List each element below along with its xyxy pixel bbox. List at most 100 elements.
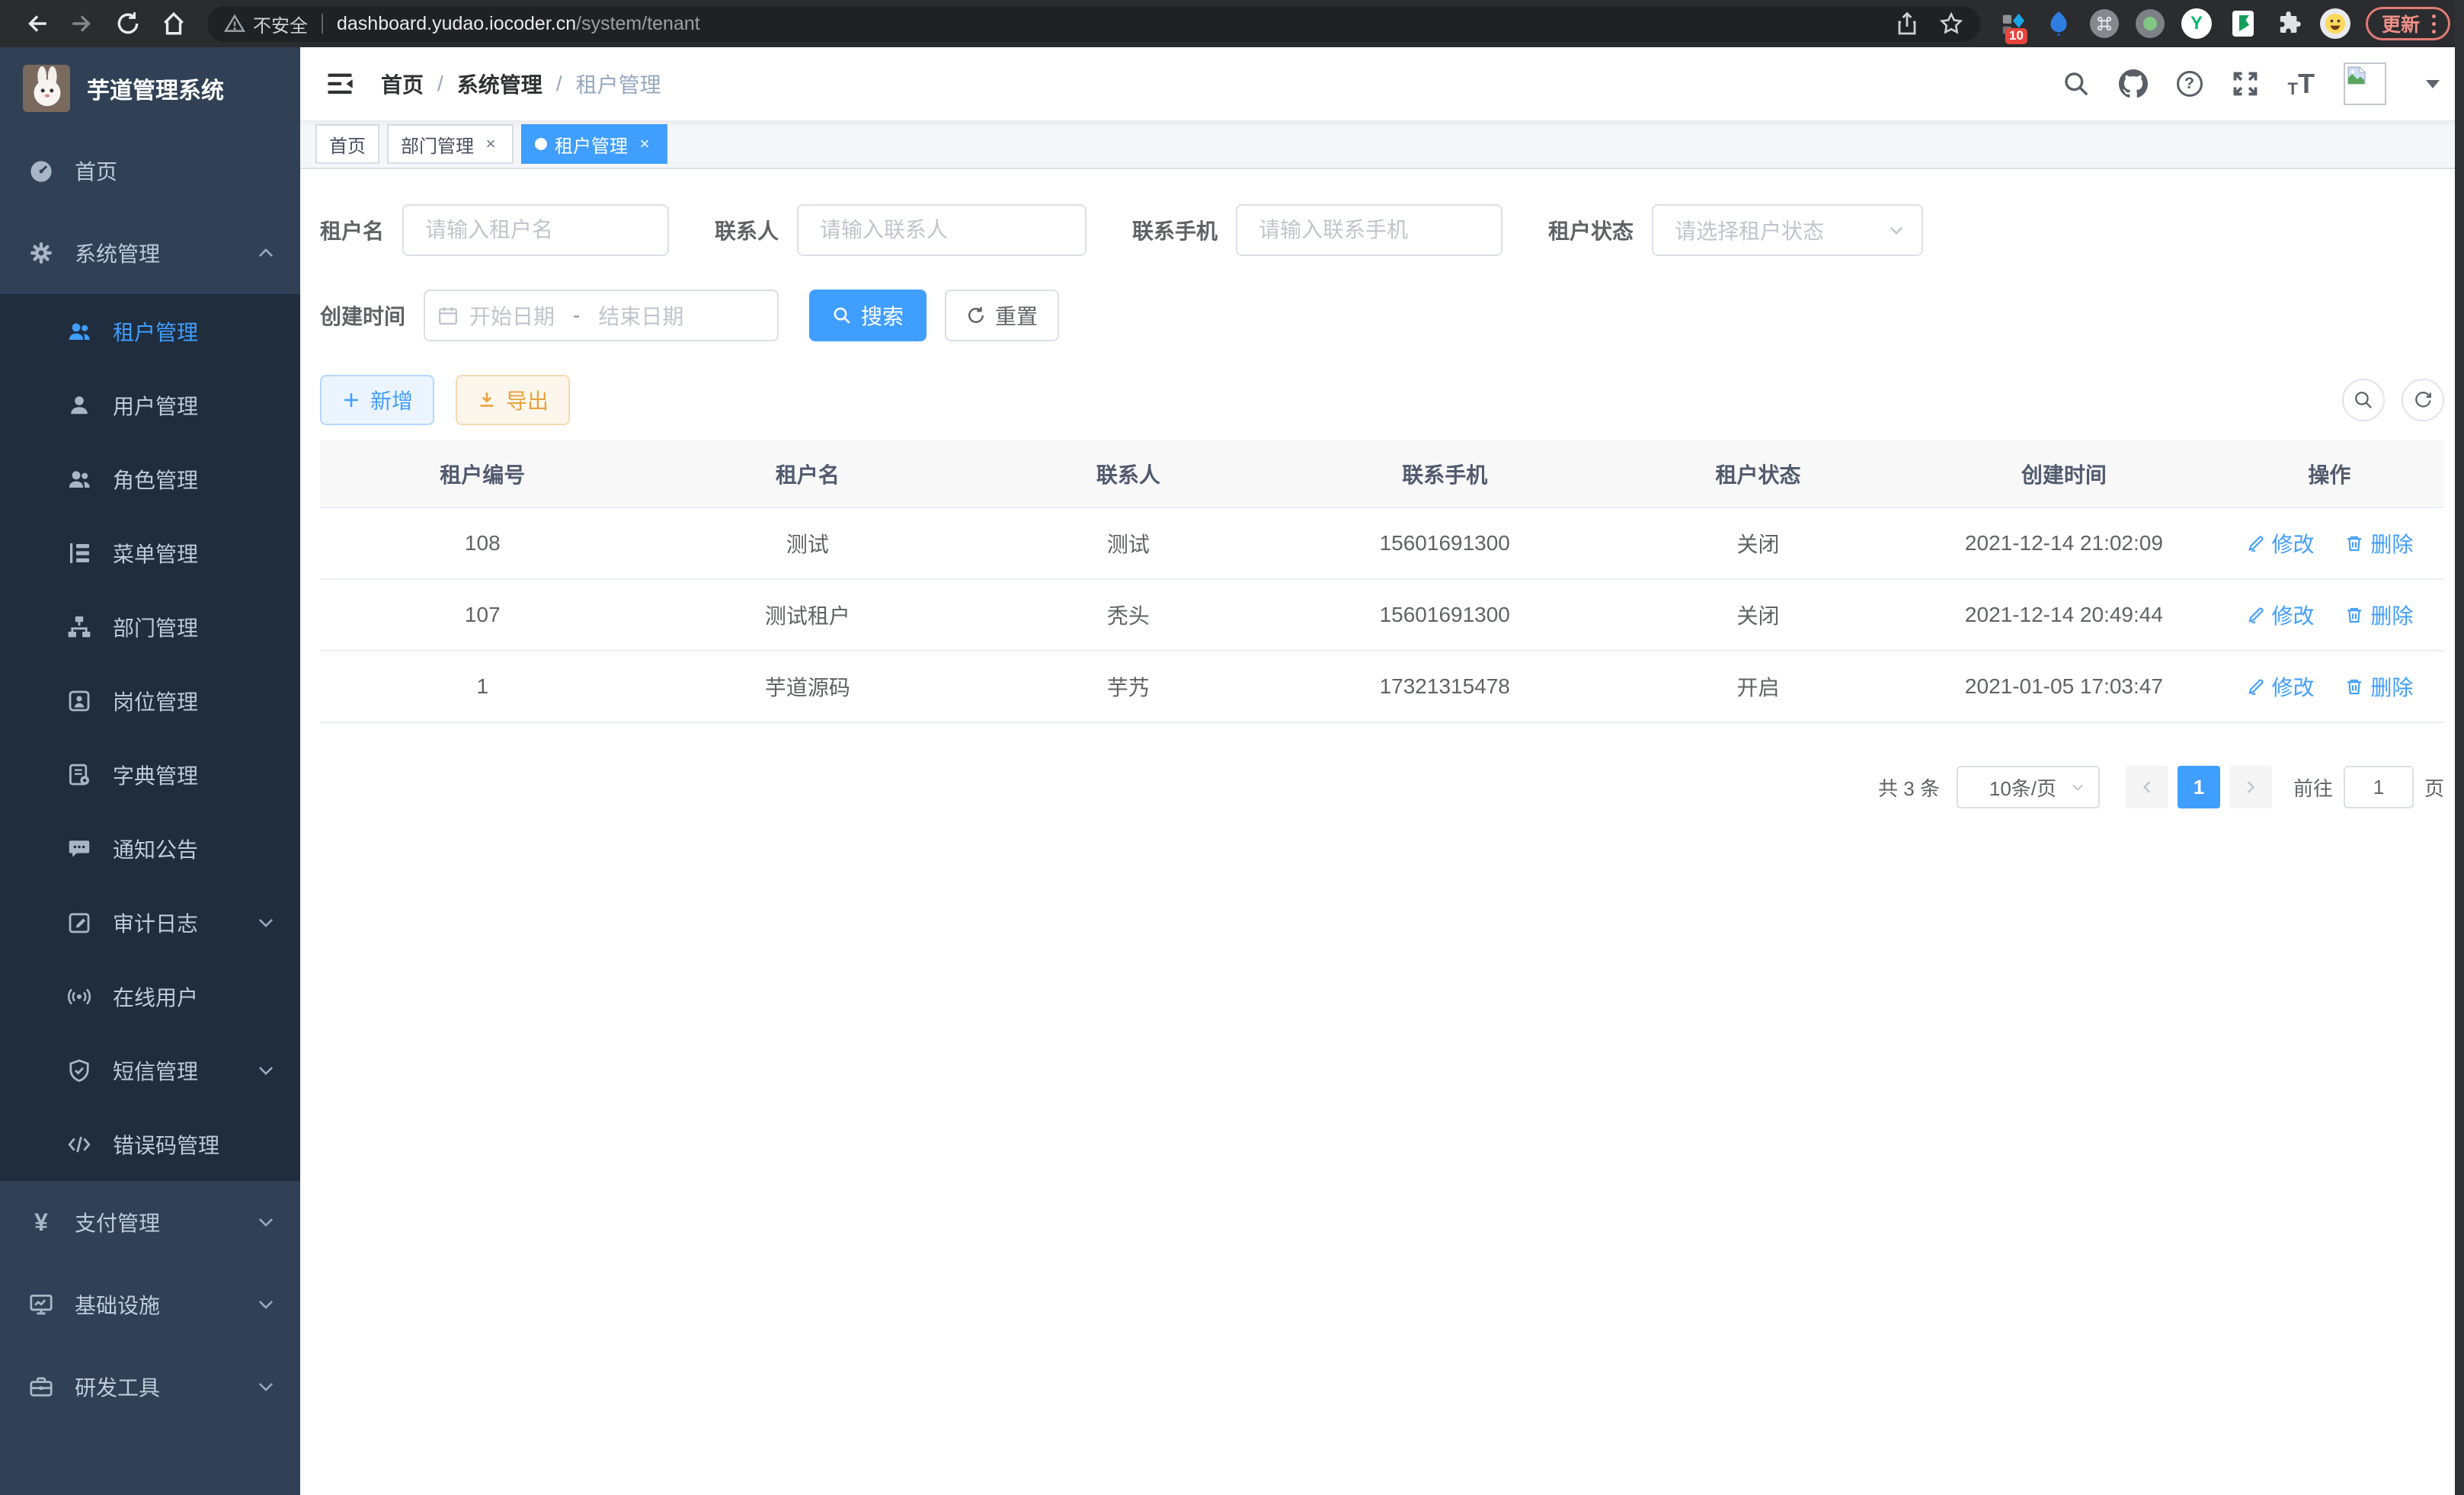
sidebar-item-infrastructure[interactable]: 基础设施 — [0, 1263, 300, 1346]
search-button[interactable]: 搜索 — [809, 290, 926, 341]
prev-page-button[interactable] — [2126, 766, 2168, 808]
delete-link[interactable]: 删除 — [2344, 600, 2413, 630]
tags-view: 首页 部门管理 租户管理 — [300, 120, 2464, 169]
edit-link[interactable]: 修改 — [2246, 671, 2315, 702]
refresh-table-button[interactable] — [2402, 379, 2444, 421]
browser-back-button[interactable] — [14, 0, 59, 47]
delete-link[interactable]: 删除 — [2344, 671, 2413, 702]
status-select[interactable]: 请选择租户状态 — [1652, 204, 1923, 256]
export-button[interactable]: 导出 — [456, 375, 570, 425]
avatar-dropdown-caret[interactable] — [2426, 80, 2440, 88]
github-link-button[interactable] — [2119, 69, 2148, 98]
cell-actions: 修改 删除 — [2215, 507, 2444, 579]
extensions-puzzle-icon[interactable] — [2274, 9, 2303, 38]
page-1-button[interactable]: 1 — [2178, 766, 2220, 808]
trash-icon — [2344, 605, 2364, 625]
header-search-button[interactable] — [2062, 70, 2090, 98]
sidebar-item-role[interactable]: 角色管理 — [0, 442, 300, 516]
breadcrumb-separator: / — [556, 72, 562, 96]
sidebar-item-notice[interactable]: 通知公告 — [0, 812, 300, 885]
edit-pencil-icon — [2246, 605, 2266, 625]
sidebar-item-error-code[interactable]: 错误码管理 — [0, 1107, 300, 1181]
extension-balloon-icon[interactable] — [2044, 9, 2073, 38]
edit-link[interactable]: 修改 — [2246, 528, 2315, 559]
font-size-button[interactable]: TT — [2288, 70, 2315, 98]
url-path: /system/tenant — [576, 13, 700, 35]
shield-check-icon — [67, 1058, 91, 1083]
search-icon — [2353, 389, 2374, 411]
delete-link[interactable]: 删除 — [2344, 528, 2413, 559]
avatar[interactable] — [2344, 62, 2386, 105]
contact-input[interactable] — [797, 204, 1086, 256]
trash-icon — [2344, 677, 2364, 696]
tab-home[interactable]: 首页 — [315, 124, 379, 164]
close-icon[interactable] — [482, 135, 500, 153]
tab-tenant-active[interactable]: 租户管理 — [521, 124, 667, 164]
sidebar-item-tenant[interactable]: 租户管理 — [0, 294, 300, 368]
edit-link[interactable]: 修改 — [2246, 600, 2315, 630]
tenant-name-input[interactable] — [402, 204, 669, 256]
extension-record-icon[interactable] — [2136, 9, 2165, 38]
goto-label: 前往 — [2293, 773, 2333, 802]
sidebar-item-menu[interactable]: 菜单管理 — [0, 516, 300, 590]
user-icon — [67, 393, 91, 418]
chevron-down-icon — [1886, 220, 1906, 240]
cell-status: 关闭 — [1603, 579, 1913, 651]
browser-reload-button[interactable] — [105, 0, 151, 47]
search-icon — [832, 306, 852, 325]
sidebar-item-online-users[interactable]: 在线用户 — [0, 959, 300, 1033]
cell-mobile: 15601691300 — [1287, 579, 1603, 651]
extension-flag-icon[interactable] — [2229, 9, 2258, 38]
share-icon[interactable] — [1895, 11, 1919, 36]
close-icon[interactable] — [635, 135, 654, 153]
browser-menu-kebab-icon[interactable] — [2432, 14, 2436, 34]
fullscreen-button[interactable] — [2232, 70, 2259, 98]
update-label: 更新 — [2382, 10, 2420, 37]
sidebar-collapse-button[interactable] — [325, 69, 355, 99]
broken-image-icon — [2347, 66, 2366, 85]
url-bar[interactable]: 不安全 dashboard.yudao.iocoder.cn/system/te… — [207, 6, 1980, 42]
sidebar-item-post[interactable]: 岗位管理 — [0, 664, 300, 738]
sidebar-item-audit-log[interactable]: 审计日志 — [0, 885, 300, 959]
bookmark-star-icon[interactable] — [1939, 11, 1963, 36]
toggle-search-button[interactable] — [2342, 379, 2385, 421]
browser-forward-button[interactable] — [59, 0, 105, 47]
sidebar-item-label: 通知公告 — [113, 834, 198, 864]
sidebar-item-dict[interactable]: 字典管理 — [0, 738, 300, 812]
page-size-select[interactable]: 10条/页 — [1957, 766, 2100, 808]
browser-home-button[interactable] — [151, 0, 197, 47]
docs-help-button[interactable] — [2177, 71, 2203, 97]
breadcrumb-system[interactable]: 系统管理 — [457, 69, 542, 99]
sidebar-item-dev-tools[interactable]: 研发工具 — [0, 1346, 300, 1428]
gear-icon — [29, 241, 53, 265]
chevron-left-icon — [2139, 779, 2155, 796]
add-button[interactable]: 新增 — [320, 375, 434, 425]
cell-mobile: 15601691300 — [1287, 507, 1603, 579]
sidebar-item-sms[interactable]: 短信管理 — [0, 1033, 300, 1107]
cell-contact: 测试 — [970, 507, 1286, 579]
create-time-range-input[interactable]: 开始日期 - 结束日期 — [424, 290, 779, 341]
security-label[interactable]: 不安全 — [253, 11, 308, 37]
sidebar-item-system[interactable]: 系统管理 — [0, 212, 300, 294]
profile-avatar-emoji[interactable] — [2320, 8, 2350, 39]
app-logo-row[interactable]: 芋道管理系统 — [0, 47, 300, 130]
page-size-value: 10条/页 — [1976, 773, 2069, 802]
sidebar-item-home[interactable]: 首页 — [0, 130, 300, 212]
sidebar-item-dept[interactable]: 部门管理 — [0, 590, 300, 664]
page-content: 租户名 联系人 联系手机 租户状态 请选择租户状态 — [300, 169, 2464, 1495]
goto-page-input[interactable] — [2344, 766, 2414, 808]
browser-update-button[interactable]: 更新 — [2366, 7, 2450, 40]
tab-dept[interactable]: 部门管理 — [387, 124, 514, 164]
extension-yuque-icon[interactable]: Y — [2181, 8, 2212, 39]
sidebar-item-user[interactable]: 用户管理 — [0, 368, 300, 442]
edit-pencil-icon — [2246, 533, 2266, 553]
add-button-label: 新增 — [370, 385, 413, 415]
next-page-button[interactable] — [2229, 766, 2272, 808]
breadcrumb-home[interactable]: 首页 — [381, 69, 424, 99]
mobile-input[interactable] — [1236, 204, 1502, 256]
extension-command-icon[interactable] — [2090, 9, 2119, 38]
chevron-down-icon — [256, 1377, 276, 1397]
reset-button[interactable]: 重置 — [945, 290, 1059, 341]
extension-grid-icon[interactable]: 10 — [1998, 9, 2027, 38]
sidebar-item-payment[interactable]: ¥ 支付管理 — [0, 1181, 300, 1263]
